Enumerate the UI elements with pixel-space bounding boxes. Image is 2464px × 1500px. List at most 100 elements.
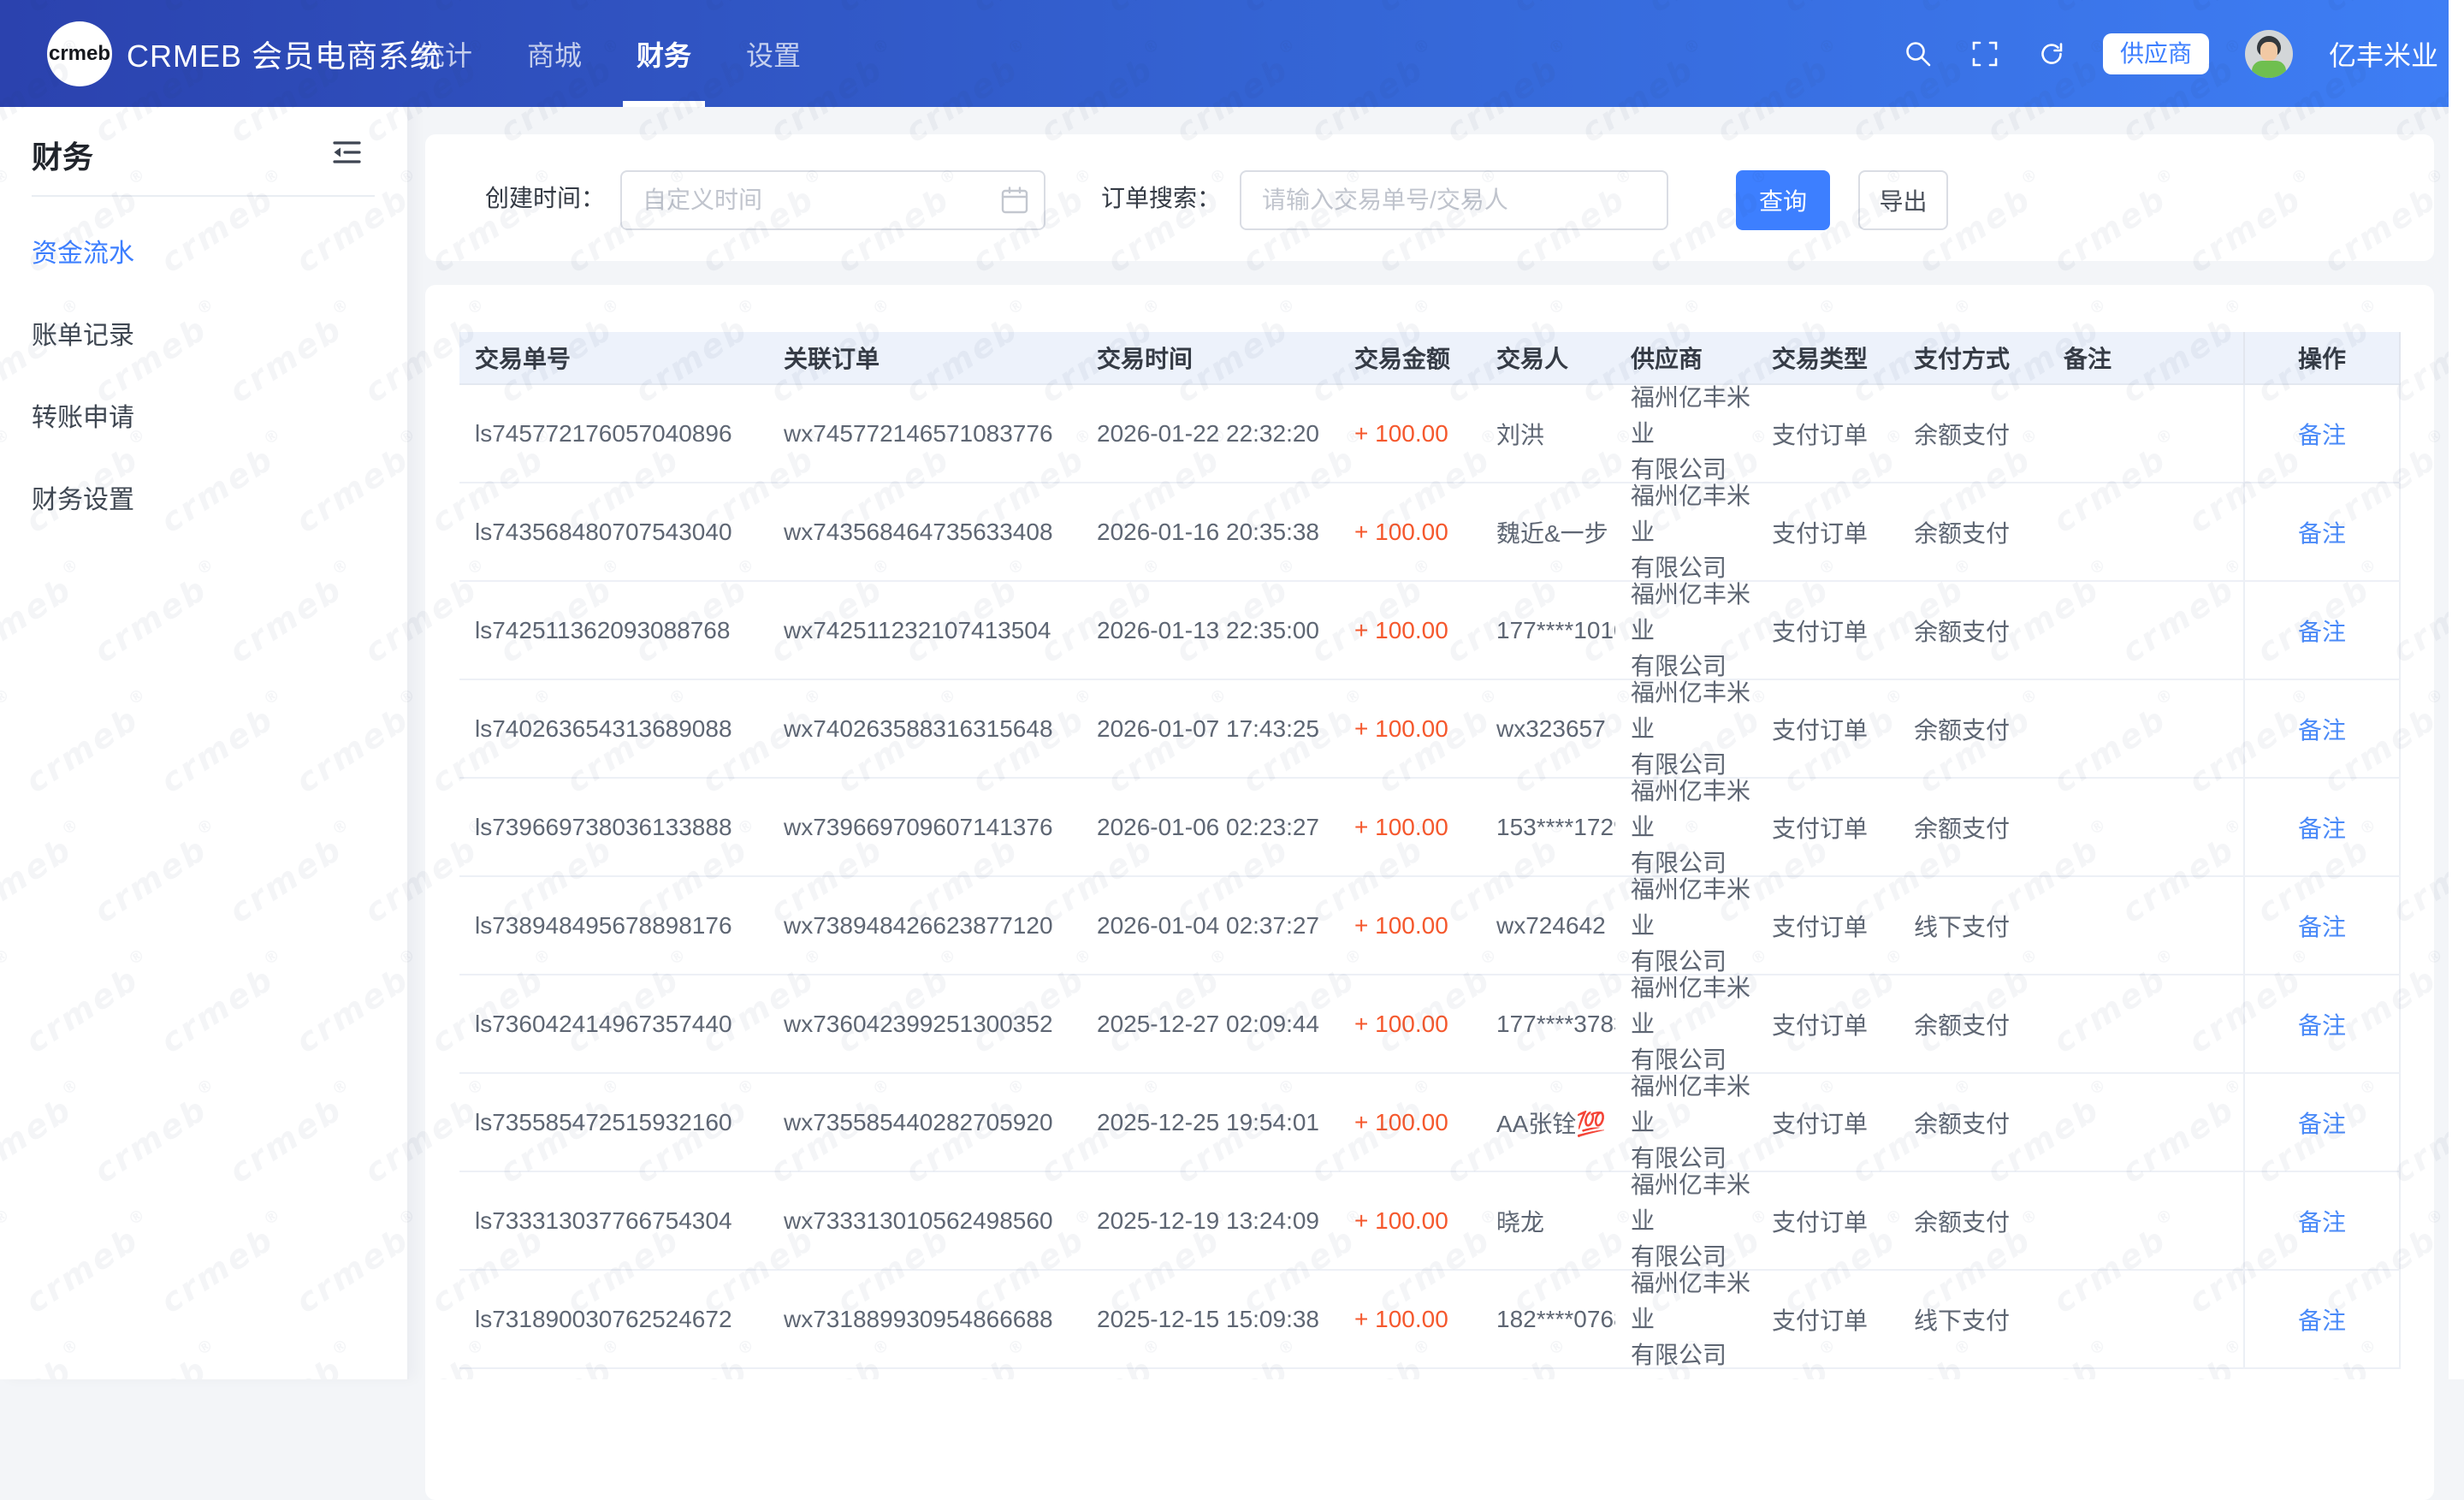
table-header-cell: 支付方式 (1898, 332, 2048, 383)
username-label[interactable]: 亿丰米业 (2329, 34, 2438, 74)
cell-action: 备注 (2243, 1271, 2401, 1367)
query-button[interactable]: 查询 (1736, 170, 1830, 230)
cell-amount: + 100.00 (1339, 779, 1481, 875)
remark-action-link[interactable]: 备注 (2298, 1106, 2346, 1140)
remark-action-link[interactable]: 备注 (2298, 1302, 2346, 1337)
cell-supplier: 福州亿丰米业 有限公司 (1615, 779, 1756, 875)
cell-action: 备注 (2243, 1074, 2401, 1171)
sidebar-menu-item-label: 财务设置 (32, 478, 134, 516)
date-range-input[interactable] (620, 170, 1045, 230)
cell-trader: 魏近&一步 (1481, 483, 1615, 580)
remark-action-link[interactable]: 备注 (2298, 515, 2346, 549)
cell-related-order: wx733313010562498560 (768, 1172, 1081, 1269)
cell-remark (2048, 975, 2243, 1072)
table-card: 交易单号 关联订单 交易时间 交易金额 交易人 供应商 交易类型 支付方式 (425, 285, 2434, 1500)
cell-supplier: 福州亿丰米业 有限公司 (1615, 1172, 1756, 1269)
table-header-label: 操作 (2298, 341, 2346, 375)
refresh-icon[interactable] (2036, 39, 2067, 69)
cell-trader: wx724642 (1481, 877, 1615, 974)
sidebar-divider (32, 195, 375, 197)
fullscreen-icon[interactable] (1969, 39, 2000, 69)
remark-action-link[interactable]: 备注 (2298, 712, 2346, 746)
table-row: ls745772176057040896 wx74577214657108377… (459, 385, 2401, 483)
nav-tab[interactable]: 财务 (609, 0, 719, 107)
remark-action-link[interactable]: 备注 (2298, 1204, 2346, 1238)
sidebar-menu-item[interactable]: 资金流水 (0, 210, 407, 292)
sidebar-menu-item[interactable]: 财务设置 (0, 456, 407, 538)
sidebar-collapse-icon[interactable] (329, 138, 364, 171)
cell-supplier: 福州亿丰米业 有限公司 (1615, 1074, 1756, 1171)
cell-pay-method: 余额支付 (1898, 483, 2048, 580)
supplier-role-badge[interactable]: 供应商 (2103, 33, 2209, 74)
cell-action: 备注 (2243, 1172, 2401, 1269)
nav-tab-label: 统计 (418, 34, 472, 74)
date-range-input-wrap (620, 170, 1045, 230)
search-icon[interactable] (1903, 39, 1934, 69)
remark-action-link[interactable]: 备注 (2298, 909, 2346, 943)
cell-transaction-type: 支付订单 (1756, 680, 1898, 777)
nav-tab[interactable]: 设置 (719, 0, 828, 107)
cell-order-no: ls743568480707543040 (459, 483, 768, 580)
table-header-cell: 备注 (2048, 332, 2243, 383)
nav-tab[interactable]: 统计 (390, 0, 500, 107)
remark-action-link[interactable]: 备注 (2298, 810, 2346, 845)
table-header-label: 交易人 (1496, 341, 1568, 375)
table-header-cell: 交易金额 (1339, 332, 1481, 383)
user-avatar[interactable] (2245, 30, 2293, 78)
remark-action-link[interactable]: 备注 (2298, 614, 2346, 648)
remark-action-link[interactable]: 备注 (2298, 417, 2346, 451)
cell-amount: + 100.00 (1339, 680, 1481, 777)
table-header-label: 支付方式 (1914, 341, 2010, 375)
cell-transaction-time: 2025-12-25 19:54:01 (1081, 1074, 1339, 1171)
cell-action: 备注 (2243, 975, 2401, 1072)
cell-order-no: ls740263654313689088 (459, 680, 768, 777)
cell-transaction-type: 支付订单 (1756, 1074, 1898, 1171)
table-row: ls742511362093088768 wx74251123210741350… (459, 582, 2401, 680)
cell-transaction-time: 2026-01-13 22:35:00 (1081, 582, 1339, 679)
avatar-body (2252, 61, 2286, 78)
cell-order-no: ls735585472515932160 (459, 1074, 768, 1171)
nav-tab[interactable]: 商城 (500, 0, 609, 107)
cell-transaction-type: 支付订单 (1756, 582, 1898, 679)
cell-pay-method: 余额支付 (1898, 680, 2048, 777)
cell-related-order: wx739669709607141376 (768, 779, 1081, 875)
cell-pay-method: 余额支付 (1898, 582, 2048, 679)
transactions-table: 交易单号 关联订单 交易时间 交易金额 交易人 供应商 交易类型 支付方式 (459, 332, 2401, 1369)
app-logo: crmeb (47, 21, 112, 86)
main-nav-tabs: 统计 商城 财务 设置 (390, 0, 828, 107)
sidebar: 财务 资金流水 账单记录 转账申请 财务设置 (0, 107, 409, 1379)
cell-related-order: wx742511232107413504 (768, 582, 1081, 679)
cell-transaction-time: 2026-01-06 02:23:27 (1081, 779, 1339, 875)
sidebar-menu-item[interactable]: 账单记录 (0, 292, 407, 374)
table-header-label: 交易类型 (1772, 341, 1868, 375)
main-content: 创建时间： 订单搜索： 查询 导出 交易单号 关联订单 交易时间 (409, 107, 2464, 1379)
table-header-cell: 交易单号 (459, 332, 768, 383)
remark-action-link[interactable]: 备注 (2298, 1007, 2346, 1041)
cell-trader: 晓龙 (1481, 1172, 1615, 1269)
cell-transaction-time: 2026-01-04 02:37:27 (1081, 877, 1339, 974)
cell-related-order: wx740263588316315648 (768, 680, 1081, 777)
sidebar-menu-item-label: 资金流水 (32, 232, 134, 270)
cell-pay-method: 余额支付 (1898, 779, 2048, 875)
page-scrollbar[interactable] (2449, 0, 2464, 1379)
order-search-input[interactable] (1240, 170, 1668, 230)
table-header-cell: 关联订单 (768, 332, 1081, 383)
cell-trader: 刘洪 (1481, 385, 1615, 482)
cell-remark (2048, 877, 2243, 974)
cell-trader: 177****3783 (1481, 975, 1615, 1072)
cell-transaction-type: 支付订单 (1756, 1172, 1898, 1269)
table-row: ls739669738036133888 wx73966970960714137… (459, 779, 2401, 877)
table-header-cell: 交易类型 (1756, 332, 1898, 383)
cell-related-order: wx736042399251300352 (768, 975, 1081, 1072)
table-header-row: 交易单号 关联订单 交易时间 交易金额 交易人 供应商 交易类型 支付方式 (459, 332, 2401, 385)
cell-remark (2048, 385, 2243, 482)
cell-supplier: 福州亿丰米业 有限公司 (1615, 1271, 1756, 1367)
cell-action: 备注 (2243, 680, 2401, 777)
cell-transaction-time: 2026-01-07 17:43:25 (1081, 680, 1339, 777)
sidebar-menu-item[interactable]: 转账申请 (0, 374, 407, 456)
cell-action: 备注 (2243, 582, 2401, 679)
cell-pay-method: 余额支付 (1898, 1074, 2048, 1171)
export-button[interactable]: 导出 (1858, 170, 1948, 230)
cell-action: 备注 (2243, 483, 2401, 580)
cell-remark (2048, 779, 2243, 875)
